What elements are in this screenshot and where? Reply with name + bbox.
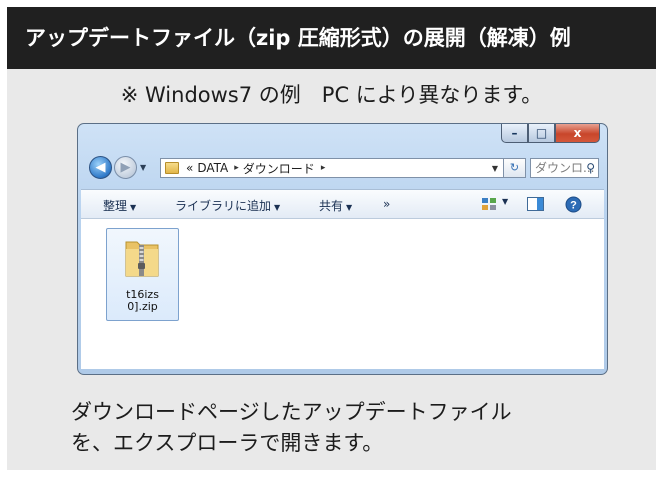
description-text: ダウンロードページしたアップデートファイル を、エクスプローラで開きます。: [71, 397, 512, 459]
chevron-down-icon: ▼: [130, 203, 137, 212]
description-line-2: を、エクスプローラで開きます。: [71, 431, 384, 455]
share-label: 共有: [319, 199, 344, 213]
chevron-down-icon[interactable]: ▼: [502, 197, 508, 206]
breadcrumb-downloads[interactable]: ダウンロード: [243, 160, 315, 177]
search-input[interactable]: ダウンロ... ⚲: [530, 158, 599, 178]
maximize-button[interactable]: □: [528, 124, 555, 143]
chevron-right-icon[interactable]: ▸: [321, 163, 326, 173]
chevron-down-icon: ▼: [346, 203, 353, 212]
address-bar[interactable]: « DATA ▸ ダウンロード ▸ ▼: [160, 158, 504, 178]
close-button[interactable]: x: [555, 124, 600, 143]
file-name-line-2: 0].zip: [127, 300, 158, 313]
refresh-button[interactable]: ↻: [504, 158, 526, 178]
command-bar: 整理 ▼ ライブラリに追加 ▼ 共有 ▼ » ▼ ?: [81, 189, 604, 219]
more-commands-button[interactable]: »: [383, 197, 390, 211]
preview-pane-icon[interactable]: [527, 197, 544, 214]
navigation-buttons: ◀ ▶ ▼: [89, 156, 146, 179]
description-line-1: ダウンロードページしたアップデートファイル: [71, 400, 512, 424]
zip-file-item[interactable]: t16izs 0].zip: [106, 228, 179, 321]
organize-label: 整理: [103, 199, 128, 213]
back-button[interactable]: ◀: [89, 156, 112, 179]
file-list: t16izs 0].zip: [81, 219, 604, 369]
search-icon[interactable]: ⚲: [586, 159, 595, 177]
folder-icon: [165, 162, 179, 174]
zip-folder-icon: [125, 241, 159, 277]
recent-pages-icon[interactable]: ▼: [140, 163, 146, 172]
share-menu[interactable]: 共有 ▼: [319, 197, 352, 214]
chevron-down-icon: ▼: [274, 203, 281, 212]
add-to-library-menu[interactable]: ライブラリに追加 ▼: [175, 197, 280, 214]
organize-menu[interactable]: 整理 ▼: [103, 197, 136, 214]
breadcrumb-data[interactable]: DATA: [197, 161, 228, 175]
window-controls: – □ x: [501, 124, 600, 145]
instruction-card: アップデートファイル（zip 圧縮形式）の展開（解凍）例 ※ Windows7 …: [7, 7, 656, 470]
svg-text:?: ?: [570, 200, 577, 212]
file-name: t16izs 0].zip: [107, 289, 178, 313]
chevron-down-icon[interactable]: ▼: [492, 164, 498, 173]
minimize-button[interactable]: –: [501, 124, 528, 143]
view-options-icon[interactable]: [481, 197, 497, 214]
header-title: アップデートファイル（zip 圧縮形式）の展開（解凍）例: [7, 7, 656, 69]
os-note: ※ Windows7 の例 PC により異なります。: [120, 83, 543, 107]
help-icon[interactable]: ?: [565, 196, 582, 216]
address-prefix: «: [186, 161, 194, 175]
chevron-right-icon[interactable]: ▸: [234, 163, 239, 173]
explorer-window: – □ x ◀ ▶ ▼ « DATA ▸ ダウンロード ▸ ▼ ↻ ダウンロ..…: [77, 123, 608, 375]
forward-button[interactable]: ▶: [114, 156, 137, 179]
add-to-library-label: ライブラリに追加: [175, 199, 272, 213]
